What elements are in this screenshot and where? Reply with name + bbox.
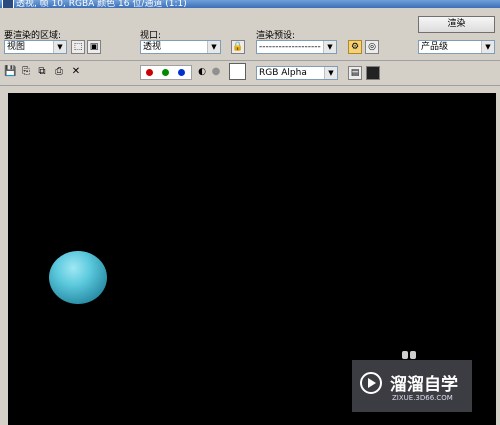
window-title: 透视, 帧 10, RGBA 颜色 16 位/通道 (1:1) (16, 0, 187, 8)
chevron-down-icon: ▼ (207, 41, 220, 53)
watermark-dot (402, 351, 408, 359)
blue-channel-icon[interactable] (178, 69, 185, 76)
chevron-down-icon: ▼ (53, 41, 66, 53)
watermark: 溜溜自学 ZIXUE.3D66.COM (352, 360, 472, 412)
red-channel-icon[interactable] (146, 69, 153, 76)
render-setup-icon[interactable]: ⚙ (348, 40, 362, 54)
environment-icon[interactable]: ◎ (365, 40, 379, 54)
green-channel-icon[interactable] (162, 69, 169, 76)
viewport-select[interactable]: 透视 ▼ (140, 40, 221, 54)
area-select[interactable]: 视图 ▼ (4, 40, 67, 54)
app-icon (2, 0, 14, 8)
alpha-channel-icon[interactable]: ◐ (196, 66, 208, 78)
save-icon[interactable]: 💾 (4, 66, 16, 78)
chevron-down-icon: ▼ (324, 67, 337, 79)
clear-icon[interactable]: ✕ (70, 66, 82, 78)
display-toggle-icon[interactable]: ▤ (348, 66, 362, 80)
preset-select[interactable]: ------------------- ▼ (256, 40, 337, 54)
rendered-sphere (49, 251, 107, 304)
left-border (0, 86, 8, 425)
chevron-down-icon: ▼ (323, 41, 336, 53)
watermark-url: ZIXUE.3D66.COM (392, 394, 453, 402)
area-select-value: 视图 (7, 42, 26, 52)
render-mode-value: 产品级 (421, 42, 449, 52)
mono-icon[interactable]: ● (210, 66, 222, 78)
watermark-dot (410, 351, 416, 359)
lock-icon[interactable]: 🔒 (231, 40, 245, 54)
render-settings-toolbar: 要渲染的区域: 视图 ▼ ⬚ ▣ 视口: 透视 ▼ 🔒 渲染预设: ------… (0, 8, 500, 61)
render-mode-select[interactable]: 产品级 ▼ (418, 40, 495, 54)
channel-select-value: RGB Alpha (259, 68, 307, 78)
channel-select[interactable]: RGB Alpha ▼ (256, 66, 338, 80)
color-swatch[interactable] (229, 63, 246, 80)
chevron-down-icon: ▼ (481, 41, 494, 53)
image-toolbar: 💾 ⎘ ⧉ ⎙ ✕ ◐ ● RGB Alpha ▼ ▤ (0, 61, 500, 86)
channel-toggle-group (140, 65, 192, 80)
title-bar: 透视, 帧 10, RGBA 颜色 16 位/通道 (1:1) (0, 0, 500, 8)
copy-icon[interactable]: ⎘ (20, 66, 32, 78)
separator (0, 86, 500, 93)
preset-select-value: ------------------- (259, 42, 321, 52)
clone-icon[interactable]: ⧉ (36, 66, 48, 78)
render-button[interactable]: 渲染 (418, 16, 495, 33)
auto-region-icon[interactable]: ▣ (87, 40, 101, 54)
edit-region-icon[interactable]: ⬚ (71, 40, 85, 54)
watermark-text: 溜溜自学 (390, 375, 458, 395)
viewport-select-value: 透视 (143, 42, 162, 52)
play-logo-icon (360, 372, 382, 394)
right-border (496, 86, 500, 425)
background-toggle-icon[interactable] (366, 66, 380, 80)
print-icon[interactable]: ⎙ (53, 66, 65, 78)
